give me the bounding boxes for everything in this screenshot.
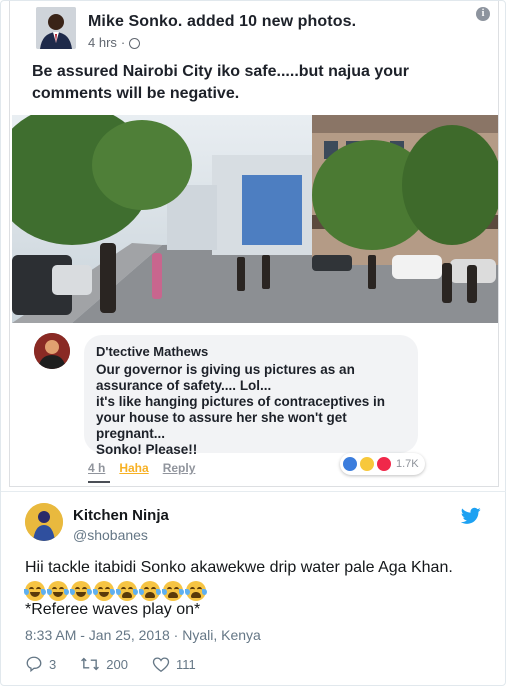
like-count: 111 bbox=[175, 656, 196, 672]
twitter-bird-icon[interactable] bbox=[460, 507, 481, 525]
reply-icon bbox=[26, 656, 42, 673]
commenter-name[interactable]: D'tective Mathews bbox=[96, 344, 406, 359]
fb-post-meta: 4 hrs · bbox=[88, 35, 141, 50]
comment-time[interactable]: 4 h bbox=[88, 461, 105, 475]
tweet-text-line-2: *Referee waves play on* bbox=[25, 601, 201, 618]
haha-reaction-icon bbox=[359, 456, 375, 472]
tweet-emojis bbox=[24, 581, 207, 601]
reaction-count: 1.7K bbox=[396, 458, 419, 470]
reply-button[interactable]: 3 bbox=[25, 655, 56, 673]
reply-thread-line bbox=[88, 481, 110, 485]
tears-of-joy-icon bbox=[47, 581, 69, 601]
fb-author-avatar[interactable] bbox=[36, 7, 76, 49]
tears-of-joy-icon bbox=[24, 581, 46, 601]
comment-actions: 4 h Haha Reply bbox=[88, 461, 195, 475]
tweet-card: Mike Sonko. added 10 new photos. 4 hrs ·… bbox=[0, 0, 506, 686]
tweet-handle[interactable]: @shobanes bbox=[73, 527, 148, 543]
info-icon[interactable]: i bbox=[476, 7, 490, 21]
comment-bubble: D'tective Mathews Our governor is giving… bbox=[84, 335, 418, 457]
reply-count: 3 bbox=[49, 656, 57, 672]
loudly-crying-icon bbox=[139, 581, 161, 601]
tweet-text: Hii tackle itabidi Sonko akawekwe drip w… bbox=[25, 559, 453, 576]
loudly-crying-icon bbox=[185, 581, 207, 601]
commenter-avatar[interactable] bbox=[34, 333, 70, 369]
retweet-count: 200 bbox=[106, 656, 128, 672]
tweet-timestamp[interactable]: 8:33 AM - Jan 25, 2018 · Nyali, Kenya bbox=[25, 627, 261, 643]
heart-icon bbox=[152, 656, 170, 672]
fb-post-header: Mike Sonko. added 10 new photos. 4 hrs ·… bbox=[24, 7, 490, 57]
tweet-display-name[interactable]: Kitchen Ninja bbox=[73, 507, 169, 524]
loudly-crying-icon bbox=[116, 581, 138, 601]
reaction-summary[interactable]: 1.7K bbox=[340, 453, 425, 475]
fb-meta-separator: · bbox=[120, 35, 126, 50]
tweet-author-avatar[interactable] bbox=[25, 503, 63, 541]
retweet-button[interactable]: 200 bbox=[80, 655, 128, 673]
tears-of-joy-icon bbox=[70, 581, 92, 601]
fb-post-text: Be assured Nairobi City iko safe.....but… bbox=[32, 63, 409, 102]
street-photo[interactable] bbox=[12, 115, 498, 323]
reply-link[interactable]: Reply bbox=[163, 461, 196, 475]
comment-text: Our governor is giving us pictures as an… bbox=[96, 362, 386, 457]
tweet-actions: 3 200 111 bbox=[25, 655, 220, 673]
fb-post-time[interactable]: 4 hrs bbox=[88, 35, 117, 50]
loudly-crying-icon bbox=[162, 581, 184, 601]
haha-reaction-link[interactable]: Haha bbox=[119, 461, 148, 475]
facebook-screenshot: Mike Sonko. added 10 new photos. 4 hrs ·… bbox=[9, 1, 499, 487]
like-reaction-icon bbox=[342, 456, 358, 472]
retweet-icon bbox=[81, 657, 100, 671]
globe-icon bbox=[129, 38, 141, 49]
love-reaction-icon bbox=[376, 456, 392, 472]
tears-of-joy-icon bbox=[93, 581, 115, 601]
divider bbox=[1, 491, 506, 492]
like-button[interactable]: 111 bbox=[152, 656, 196, 673]
fb-author-line[interactable]: Mike Sonko. added 10 new photos. bbox=[88, 13, 356, 31]
